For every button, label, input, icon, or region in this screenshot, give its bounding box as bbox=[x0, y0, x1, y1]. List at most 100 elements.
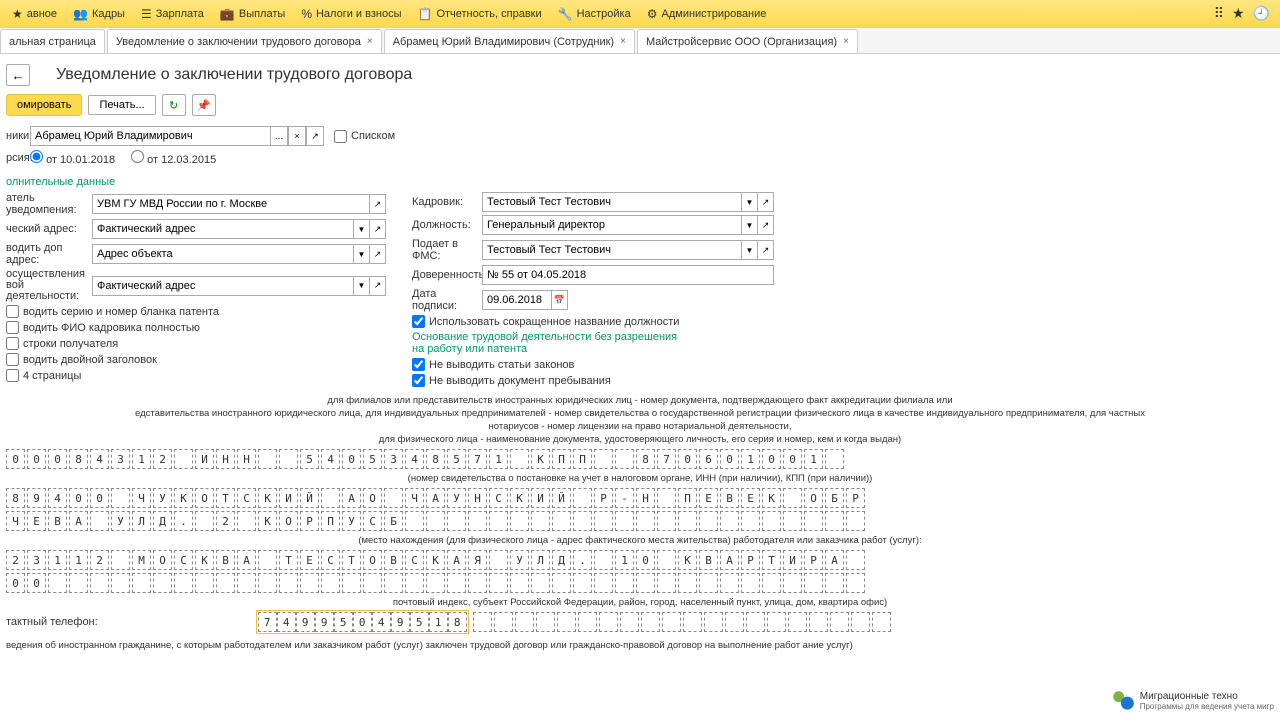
form-cell[interactable] bbox=[741, 511, 760, 531]
form-cell[interactable] bbox=[636, 511, 655, 531]
form-cell[interactable] bbox=[615, 573, 634, 593]
form-cell[interactable] bbox=[720, 511, 739, 531]
form-cell[interactable] bbox=[321, 488, 340, 508]
back-button[interactable]: ← bbox=[6, 64, 30, 86]
form-cell[interactable]: В bbox=[384, 550, 403, 570]
form-cell[interactable] bbox=[825, 573, 844, 593]
form-cell[interactable] bbox=[426, 511, 445, 531]
menu-admin[interactable]: ⚙Администрирование bbox=[639, 0, 775, 27]
form-cell[interactable]: 6 bbox=[699, 449, 718, 469]
form-cell[interactable]: 0 bbox=[48, 449, 67, 469]
form-cell[interactable] bbox=[788, 612, 807, 632]
form-cell[interactable]: К bbox=[510, 488, 529, 508]
tab-org[interactable]: Майстройсервис ООО (Организация)× bbox=[637, 29, 858, 53]
form-cell[interactable] bbox=[557, 612, 576, 632]
form-cell[interactable]: К bbox=[678, 550, 697, 570]
form-cell[interactable]: В bbox=[48, 511, 67, 531]
form-cell[interactable] bbox=[678, 573, 697, 593]
form-cell[interactable] bbox=[258, 550, 277, 570]
form-cell[interactable] bbox=[783, 488, 802, 508]
form-cell[interactable] bbox=[510, 511, 529, 531]
form-cell[interactable] bbox=[69, 573, 88, 593]
form-cell[interactable]: К bbox=[174, 488, 193, 508]
form-cell[interactable] bbox=[578, 612, 597, 632]
form-cell[interactable]: 4 bbox=[321, 449, 340, 469]
form-cell[interactable] bbox=[573, 511, 592, 531]
ellipsis-button[interactable]: … bbox=[270, 126, 288, 146]
form-cell[interactable] bbox=[872, 612, 891, 632]
form-cell[interactable] bbox=[279, 573, 298, 593]
addr-select[interactable] bbox=[92, 219, 354, 239]
form-cell[interactable]: К bbox=[426, 550, 445, 570]
form-cell[interactable]: 7 bbox=[468, 449, 487, 469]
form-cell[interactable] bbox=[704, 612, 723, 632]
form-cell[interactable] bbox=[573, 488, 592, 508]
form-cell[interactable]: 8 bbox=[636, 449, 655, 469]
version-opt1[interactable]: от 10.01.2018 bbox=[30, 150, 115, 166]
menu-zarplata[interactable]: ☰Зарплата bbox=[133, 0, 212, 27]
form-cell[interactable] bbox=[657, 550, 676, 570]
pin-button[interactable]: 📌 bbox=[192, 94, 216, 116]
form-cell[interactable] bbox=[531, 511, 550, 531]
form-cell[interactable] bbox=[725, 612, 744, 632]
form-cell[interactable]: Т bbox=[342, 550, 361, 570]
form-cell[interactable]: 0 bbox=[353, 612, 372, 632]
form-cell[interactable]: С bbox=[174, 550, 193, 570]
print-button[interactable]: Печать... bbox=[88, 95, 155, 115]
sender-input[interactable] bbox=[92, 194, 370, 214]
close-icon[interactable]: × bbox=[620, 36, 626, 47]
chk-header[interactable] bbox=[6, 353, 19, 366]
form-cell[interactable]: О bbox=[363, 550, 382, 570]
list-checkbox[interactable] bbox=[334, 130, 347, 143]
form-cell[interactable] bbox=[237, 511, 256, 531]
form-cell[interactable]: 5 bbox=[410, 612, 429, 632]
chk-short-pos[interactable] bbox=[412, 315, 425, 328]
form-cell[interactable] bbox=[657, 573, 676, 593]
form-cell[interactable] bbox=[258, 449, 277, 469]
form-cell[interactable] bbox=[804, 511, 823, 531]
form-cell[interactable] bbox=[473, 612, 492, 632]
form-cell[interactable]: 2 bbox=[153, 449, 172, 469]
form-cell[interactable]: 9 bbox=[296, 612, 315, 632]
open-icon[interactable]: ↗ bbox=[370, 244, 386, 264]
form-cell[interactable] bbox=[132, 573, 151, 593]
form-cell[interactable] bbox=[762, 573, 781, 593]
form-cell[interactable]: 3 bbox=[111, 449, 130, 469]
form-cell[interactable] bbox=[552, 511, 571, 531]
open-icon[interactable]: ↗ bbox=[370, 194, 386, 214]
dropdown-icon[interactable]: ▼ bbox=[742, 240, 758, 260]
form-cell[interactable]: И bbox=[195, 449, 214, 469]
form-cell[interactable]: 1 bbox=[489, 449, 508, 469]
form-cell[interactable] bbox=[426, 573, 445, 593]
form-cell[interactable]: Я bbox=[468, 550, 487, 570]
tab-start[interactable]: альная страница bbox=[0, 29, 105, 53]
form-cell[interactable]: У bbox=[342, 511, 361, 531]
form-cell[interactable]: 8 bbox=[426, 449, 445, 469]
form-cell[interactable]: 3 bbox=[27, 550, 46, 570]
form-cell[interactable]: 1 bbox=[69, 550, 88, 570]
form-cell[interactable]: У bbox=[510, 550, 529, 570]
calendar-icon[interactable]: 📅 bbox=[552, 290, 568, 310]
form-cell[interactable]: Л bbox=[531, 550, 550, 570]
form-cell[interactable] bbox=[573, 573, 592, 593]
form-cell[interactable]: 0 bbox=[636, 550, 655, 570]
form-cell[interactable] bbox=[510, 573, 529, 593]
form-cell[interactable]: П bbox=[552, 449, 571, 469]
form-cell[interactable]: П bbox=[678, 488, 697, 508]
open-icon[interactable]: ↗ bbox=[758, 192, 774, 212]
open-icon[interactable]: ↗ bbox=[758, 215, 774, 235]
form-cell[interactable]: 8 bbox=[69, 449, 88, 469]
form-cell[interactable]: 0 bbox=[762, 449, 781, 469]
chk-recipient[interactable] bbox=[6, 337, 19, 350]
chk-fio[interactable] bbox=[6, 321, 19, 334]
form-cell[interactable]: 0 bbox=[27, 573, 46, 593]
form-cell[interactable] bbox=[468, 573, 487, 593]
form-cell[interactable]: Н bbox=[216, 449, 235, 469]
form-cell[interactable]: О bbox=[153, 550, 172, 570]
clear-button[interactable]: × bbox=[288, 126, 306, 146]
fms-input[interactable] bbox=[482, 240, 742, 260]
form-cell[interactable] bbox=[809, 612, 828, 632]
form-cell[interactable]: Е bbox=[699, 488, 718, 508]
form-cell[interactable] bbox=[195, 573, 214, 593]
chk-no-doc[interactable] bbox=[412, 374, 425, 387]
